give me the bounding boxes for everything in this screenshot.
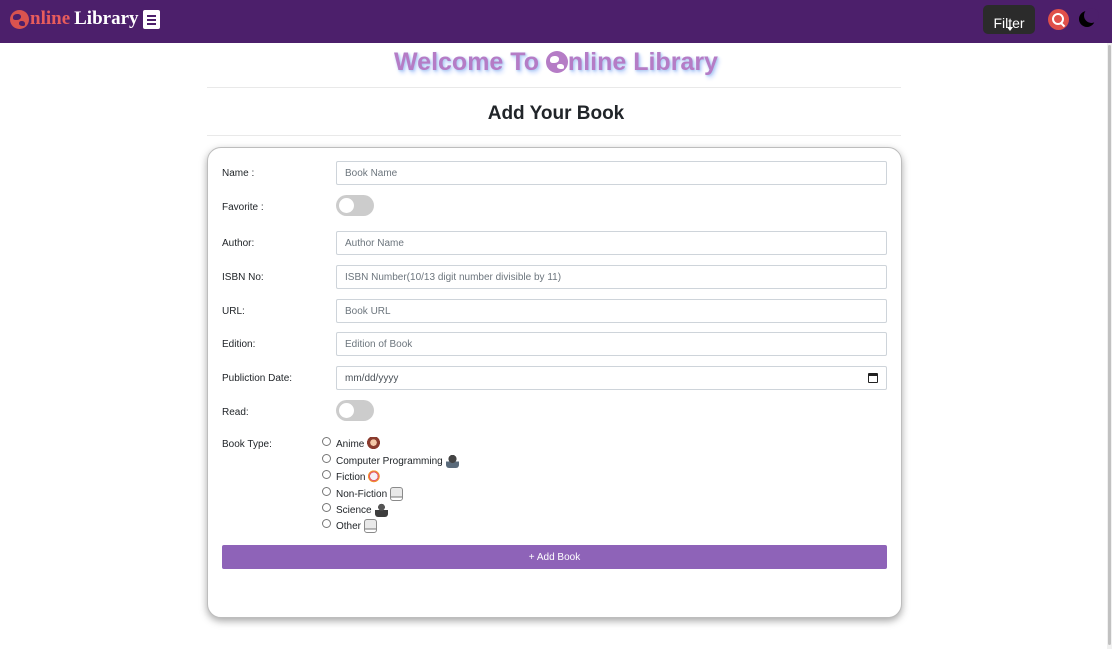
book-type-option-other[interactable]: Other xyxy=(322,518,378,533)
divider xyxy=(207,87,901,88)
book-type-option-computer-programming[interactable]: Computer Programming xyxy=(322,453,459,468)
read-toggle[interactable] xyxy=(336,400,374,421)
welcome-prefix: Welcome To xyxy=(394,48,546,76)
isbn-label: ISBN No: xyxy=(222,272,264,283)
unicorn-icon xyxy=(368,470,382,484)
book-icon xyxy=(142,9,160,29)
publication-date-input[interactable]: mm/dd/yyyy xyxy=(336,366,887,390)
scrollbar-thumb[interactable] xyxy=(1108,45,1111,645)
brand-library-text: Library xyxy=(74,8,139,29)
book-type-option-fiction[interactable]: Fiction xyxy=(322,469,382,484)
book-type-option-label: Computer Programming xyxy=(336,455,443,467)
add-book-button[interactable]: + Add Book xyxy=(222,545,887,569)
book-type-option-anime[interactable]: Anime xyxy=(322,436,381,451)
edition-input[interactable] xyxy=(336,332,887,356)
book-type-option-label: Fiction xyxy=(336,471,366,483)
radio-button[interactable] xyxy=(322,436,331,446)
radio-button[interactable] xyxy=(322,502,331,512)
url-label: URL: xyxy=(222,306,245,317)
favorite-label: Favorite : xyxy=(222,202,264,213)
globe-icon xyxy=(10,9,29,29)
hacker-icon xyxy=(445,454,459,468)
filter-button[interactable]: Filter xyxy=(983,5,1035,34)
navbar: nline Library Filter xyxy=(0,0,1112,43)
brand-logo[interactable]: nline Library xyxy=(10,6,160,32)
welcome-suffix: nline Library xyxy=(567,48,718,76)
anime-girl-icon xyxy=(367,437,381,451)
book-type-option-label: Non-Fiction xyxy=(336,488,388,500)
globe-icon xyxy=(545,51,568,73)
isbn-input[interactable] xyxy=(336,265,887,289)
radio-button[interactable] xyxy=(322,518,331,528)
placard-icon xyxy=(390,487,404,501)
radio-button[interactable] xyxy=(322,486,331,496)
name-label: Name : xyxy=(222,168,255,179)
radio-button[interactable] xyxy=(322,453,331,463)
book-type-option-label: Anime xyxy=(336,438,365,450)
publication-date-label: Publiction Date: xyxy=(222,373,293,384)
book-type-option-label: Science xyxy=(336,504,372,516)
book-type-label: Book Type: xyxy=(222,439,272,450)
welcome-heading: Welcome To nline Library xyxy=(0,48,1112,77)
divider xyxy=(207,135,901,136)
author-label: Author: xyxy=(222,238,255,249)
read-label: Read: xyxy=(222,407,249,418)
calendar-icon[interactable] xyxy=(868,373,878,383)
radio-button[interactable] xyxy=(322,469,331,479)
book-name-input[interactable] xyxy=(336,161,887,185)
author-input[interactable] xyxy=(336,231,887,255)
caret-down-icon xyxy=(1007,27,1013,31)
brand-online-text: nline xyxy=(30,8,71,29)
edition-label: Edition: xyxy=(222,339,256,350)
page-title: Add Your Book xyxy=(487,103,625,124)
book-type-option-non-fiction[interactable]: Non-Fiction xyxy=(322,486,404,501)
favorite-toggle[interactable] xyxy=(336,195,374,216)
book-url-input[interactable] xyxy=(336,299,887,323)
dark-mode-moon-icon[interactable] xyxy=(1079,8,1099,27)
book-type-option-science[interactable]: Science xyxy=(322,502,388,517)
search-icon[interactable] xyxy=(1048,9,1069,30)
scientist-icon xyxy=(374,503,388,517)
placard-icon xyxy=(364,519,378,533)
book-type-option-label: Other xyxy=(336,520,362,532)
